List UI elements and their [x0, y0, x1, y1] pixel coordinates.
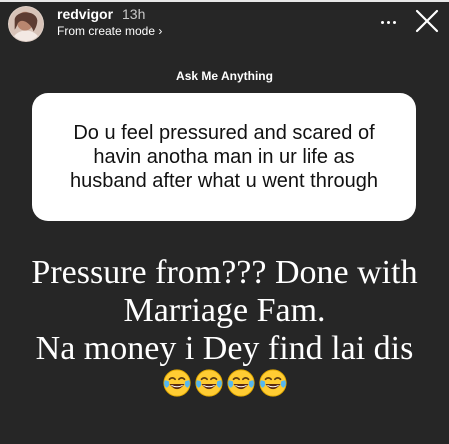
close-icon — [415, 9, 439, 33]
close-button[interactable] — [414, 8, 440, 34]
avatar-image — [9, 7, 43, 41]
joy-emoji — [226, 369, 255, 397]
create-mode-link[interactable]: From create mode › — [57, 24, 162, 38]
more-dots-icon — [380, 20, 384, 24]
answer-line: Na money i Dey find lai dis — [35, 330, 414, 367]
question-card: Do u feel pressured and scared of havin … — [32, 93, 416, 221]
answer-line: Pressure from??? Done with — [31, 254, 418, 291]
answer-text: Pressure from??? Done with Marriage Fam.… — [0, 254, 449, 368]
answer-line: Marriage Fam. — [123, 292, 326, 329]
more-options-button[interactable] — [374, 10, 402, 34]
emoji-row — [0, 368, 449, 402]
joy-emoji — [258, 369, 287, 397]
more-dots-icon — [386, 20, 390, 24]
question-sticker-title: Ask Me Anything — [176, 69, 273, 83]
joy-emoji — [194, 369, 223, 397]
post-time: 13h — [122, 6, 146, 22]
story-header: redvigor 13h From create mode › — [0, 0, 449, 48]
avatar[interactable] — [8, 6, 44, 42]
more-dots-icon — [392, 20, 396, 24]
joy-emoji — [162, 369, 191, 397]
username[interactable]: redvigor — [57, 6, 113, 22]
question-text: Do u feel pressured and scared of havin … — [70, 122, 378, 192]
